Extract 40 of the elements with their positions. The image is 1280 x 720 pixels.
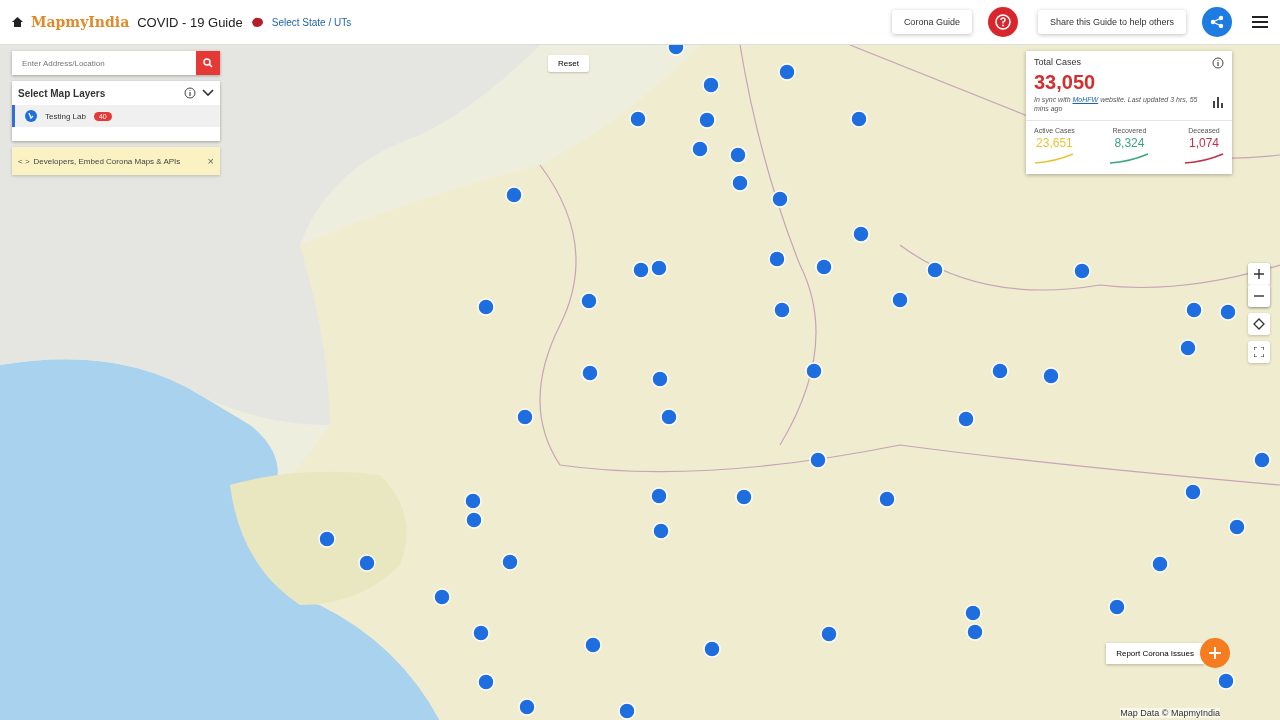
menu-icon[interactable] [1252,16,1268,28]
sparkline [1034,151,1075,164]
layer-label: Testing Lab [45,111,86,121]
plus-icon[interactable] [1254,269,1264,279]
stat-value: 1,074 [1188,135,1219,150]
sparkline [1184,151,1224,164]
page-title: COVID - 19 Guide [137,14,243,30]
compass-button[interactable] [1248,313,1270,335]
banner-text[interactable]: Developers, Embed Corona Maps & APIs [33,156,204,166]
info-icon[interactable] [1212,57,1224,69]
select-state-link[interactable]: Select State / UTs [271,16,352,28]
fullscreen-button[interactable] [1248,341,1270,363]
share-icon[interactable] [1210,15,1224,29]
fullscreen-icon[interactable] [1254,347,1264,357]
home-icon[interactable] [12,17,23,27]
map-attribution: Map Data © MapmyIndia [1120,708,1220,718]
stat-value: 8,324 [1114,135,1145,150]
help-button[interactable] [987,7,1018,37]
info-icon[interactable] [184,87,196,99]
search-field[interactable]: Enter Address/Location [12,51,196,75]
card-title: Total Cases [1034,57,1083,69]
chevron-icon[interactable] [202,89,214,97]
search-button[interactable] [196,51,220,75]
panel-title: Select Map Layers [18,87,107,99]
share-guide-button[interactable]: Share this Guide to help others [1037,10,1186,34]
zoom-out-button[interactable] [1248,285,1270,307]
stat-value: 23,651 [1036,135,1073,150]
code-icon: < > [18,156,30,166]
close-button[interactable]: × [207,155,214,167]
chart-icon[interactable] [1212,96,1224,108]
total-cases: 33,050 [1034,71,1097,94]
help-icon[interactable] [994,14,1011,30]
sparkline [1109,151,1150,164]
map-icon[interactable] [250,16,264,28]
search-icon[interactable] [203,58,213,68]
diamond-icon[interactable] [1253,318,1265,330]
zoom-in-button[interactable] [1248,263,1270,285]
share-button[interactable] [1202,7,1232,37]
reset-button[interactable]: Reset [548,55,589,72]
corona-guide-button[interactable]: Corona Guide [891,10,972,34]
